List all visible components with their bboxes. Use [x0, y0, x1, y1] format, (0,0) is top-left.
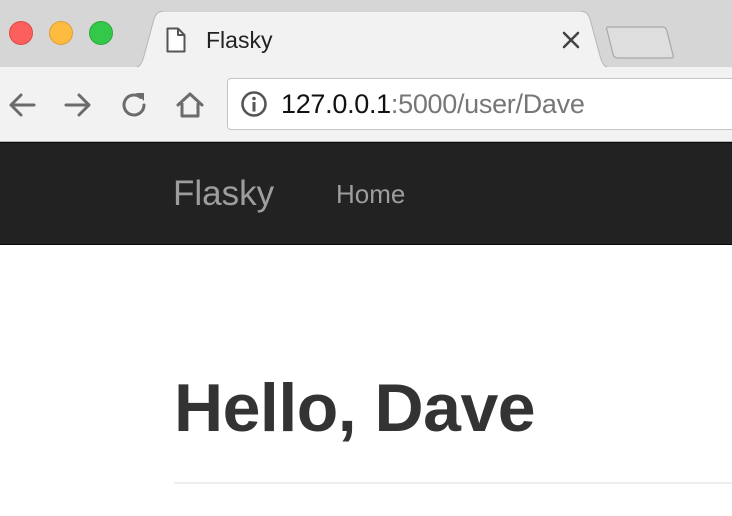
forward-arrow-icon[interactable]: [63, 90, 93, 120]
page-title: Hello, Dave: [174, 370, 536, 446]
navbar-brand[interactable]: Flasky: [173, 174, 274, 214]
close-icon[interactable]: [560, 29, 582, 51]
site-navbar: Flasky Home: [0, 142, 732, 245]
tab-shape: [132, 11, 612, 68]
browser-tab[interactable]: Flasky: [132, 11, 612, 68]
browser-window: Flasky 127.0.0.1:5000/user/Dave Flasky H…: [0, 0, 732, 516]
nav-link-home[interactable]: Home: [336, 179, 405, 209]
back-arrow-icon[interactable]: [7, 90, 37, 120]
tab-strip: Flasky: [0, 0, 732, 68]
tab-title: Flasky: [206, 27, 273, 53]
info-icon[interactable]: [240, 90, 268, 118]
url-path: :5000/user/Dave: [390, 89, 585, 119]
window-close-button[interactable]: [9, 21, 33, 45]
page-icon: [166, 27, 186, 53]
home-icon[interactable]: [175, 90, 205, 120]
browser-toolbar: 127.0.0.1:5000/user/Dave: [0, 67, 732, 142]
url-text: 127.0.0.1:5000/user/Dave: [281, 89, 585, 119]
address-bar[interactable]: 127.0.0.1:5000/user/Dave: [227, 78, 732, 130]
url-host: 127.0.0.1: [281, 89, 391, 119]
page-header: Hello, Dave: [174, 368, 732, 448]
new-tab-icon[interactable]: [606, 25, 676, 59]
reload-icon[interactable]: [119, 90, 149, 120]
page-header-divider: [174, 482, 732, 484]
window-minimize-button[interactable]: [49, 21, 73, 45]
window-maximize-button[interactable]: [89, 21, 113, 45]
